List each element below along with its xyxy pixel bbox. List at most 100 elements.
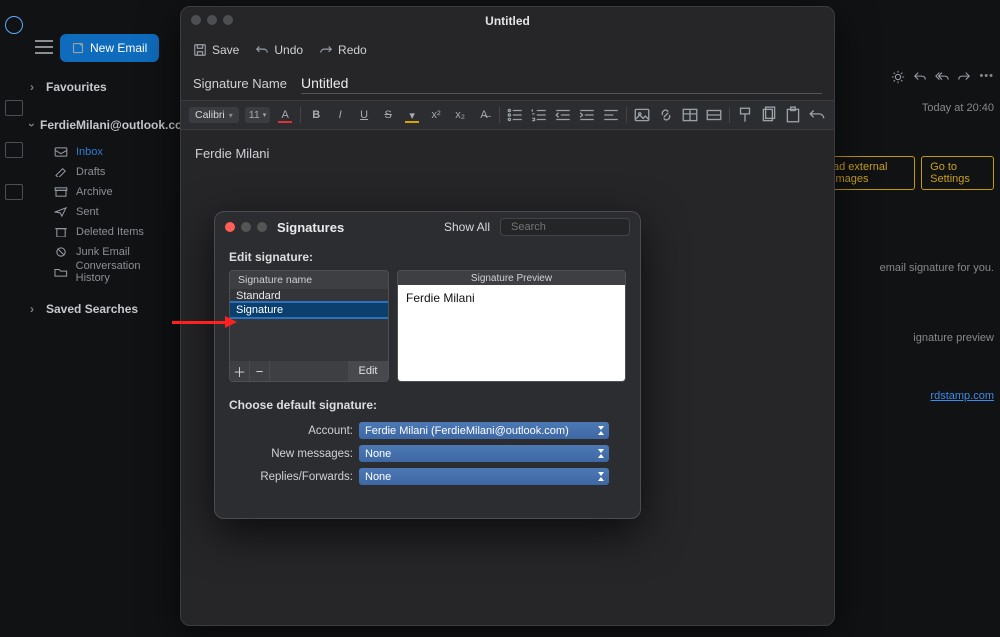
account-select[interactable]: Ferdie Milani (FerdieMilani@outlook.com) bbox=[359, 422, 609, 439]
underline-button[interactable]: U bbox=[355, 106, 373, 124]
highlight-button[interactable]: ▾ bbox=[403, 106, 421, 124]
italic-button[interactable]: I bbox=[331, 106, 349, 124]
superscript-button[interactable]: x² bbox=[427, 106, 445, 124]
signature-item-standard[interactable]: Standard bbox=[230, 289, 388, 303]
folder-deleted[interactable]: Deleted Items bbox=[30, 222, 175, 242]
chevron-right-icon: › bbox=[30, 80, 40, 94]
add-signature-button[interactable]: ＋ bbox=[230, 361, 250, 381]
new-email-button[interactable]: New Email bbox=[60, 34, 159, 62]
new-messages-label: New messages: bbox=[229, 448, 359, 460]
chevron-right-icon: › bbox=[30, 302, 40, 316]
sidebar-nav: › Favourites › FerdieMilani@outlook.co I… bbox=[30, 70, 175, 322]
new-messages-select[interactable]: None bbox=[359, 445, 609, 462]
modal-traffic-lights[interactable] bbox=[225, 222, 267, 232]
bg-link[interactable]: rdstamp.com bbox=[824, 390, 994, 402]
defaults-label: Choose default signature: bbox=[229, 398, 626, 412]
people-icon[interactable] bbox=[5, 184, 23, 200]
font-size-select[interactable]: 11▾ bbox=[245, 107, 270, 123]
signature-list-header: Signature name bbox=[230, 271, 388, 289]
remove-signature-button[interactable]: − bbox=[250, 361, 270, 381]
chevron-down-icon: › bbox=[25, 123, 39, 127]
bg-text-1: email signature for you. bbox=[824, 262, 994, 274]
edit-signature-button[interactable]: Edit bbox=[348, 361, 388, 381]
folder-label: Deleted Items bbox=[76, 226, 144, 238]
folder-conversation-history[interactable]: Conversation History bbox=[30, 262, 175, 282]
minimize-icon[interactable] bbox=[241, 222, 251, 232]
go-to-settings-button[interactable]: Go to Settings bbox=[921, 156, 994, 190]
signature-name-input[interactable] bbox=[301, 73, 822, 94]
font-select[interactable]: Calibri▾ bbox=[189, 107, 239, 123]
folder-label: Sent bbox=[76, 206, 99, 218]
clear-format-button[interactable]: A̶ bbox=[475, 106, 493, 124]
font-value: Calibri bbox=[195, 109, 225, 121]
strikethrough-button[interactable]: S bbox=[379, 106, 397, 124]
undo-button[interactable]: Undo bbox=[255, 43, 303, 57]
undo-label: Undo bbox=[274, 43, 303, 57]
folder-inbox[interactable]: Inbox bbox=[30, 142, 175, 162]
reply-icon[interactable] bbox=[913, 70, 927, 84]
saved-searches-label: Saved Searches bbox=[46, 302, 138, 316]
redo-button[interactable]: Redo bbox=[319, 43, 367, 57]
globe-icon[interactable] bbox=[5, 16, 23, 34]
folder-drafts[interactable]: Drafts bbox=[30, 162, 175, 182]
table-button[interactable] bbox=[681, 106, 699, 124]
close-icon[interactable] bbox=[225, 222, 235, 232]
trash-icon bbox=[54, 227, 68, 237]
background-message-pane: ••• Today at 20:40 ad external images Go… bbox=[824, 70, 994, 402]
folder-label: Inbox bbox=[76, 146, 103, 158]
paste-button[interactable] bbox=[784, 106, 802, 124]
indent-button[interactable] bbox=[578, 106, 596, 124]
editor-actionbar: Save Undo Redo bbox=[181, 35, 834, 65]
editor-body[interactable]: Ferdie Milani bbox=[181, 130, 834, 177]
number-list-button[interactable] bbox=[530, 106, 548, 124]
folder-archive[interactable]: Archive bbox=[30, 182, 175, 202]
subscript-button[interactable]: x₂ bbox=[451, 106, 469, 124]
more-icon[interactable]: ••• bbox=[979, 70, 994, 88]
image-button[interactable] bbox=[633, 106, 651, 124]
signatures-content: Edit signature: Signature name Standard … bbox=[215, 242, 640, 518]
signatures-title: Signatures bbox=[277, 220, 344, 235]
link-button[interactable] bbox=[657, 106, 675, 124]
show-all-button[interactable]: Show All bbox=[444, 220, 490, 234]
preview-body: Ferdie Milani bbox=[398, 285, 625, 381]
copy-button[interactable] bbox=[760, 106, 778, 124]
junk-icon bbox=[54, 247, 68, 257]
inbox-icon bbox=[54, 147, 68, 157]
account-label: FerdieMilani@outlook.co bbox=[40, 118, 182, 132]
zoom-icon[interactable] bbox=[257, 222, 267, 232]
hr-button[interactable] bbox=[705, 106, 723, 124]
annotation-arrow bbox=[172, 321, 227, 324]
save-button[interactable]: Save bbox=[193, 43, 239, 57]
sun-icon[interactable] bbox=[891, 70, 905, 84]
format-painter-button[interactable] bbox=[736, 106, 754, 124]
align-button[interactable] bbox=[602, 106, 620, 124]
reply-all-icon[interactable] bbox=[935, 70, 949, 84]
outdent-button[interactable] bbox=[554, 106, 572, 124]
font-color-button[interactable]: A bbox=[276, 106, 294, 124]
search-input[interactable] bbox=[511, 221, 653, 233]
favourites-header[interactable]: › Favourites bbox=[30, 74, 175, 100]
traffic-lights[interactable] bbox=[191, 15, 233, 25]
replies-select[interactable]: None bbox=[359, 468, 609, 485]
account-header[interactable]: › FerdieMilani@outlook.co bbox=[30, 112, 175, 138]
folder-junk[interactable]: Junk Email bbox=[30, 242, 175, 262]
signature-list-panel: Signature name Standard Signature ＋ − Ed… bbox=[229, 270, 389, 382]
load-external-images-button[interactable]: ad external images bbox=[824, 156, 915, 190]
bold-button[interactable]: B bbox=[307, 106, 325, 124]
signature-name-row: Signature Name bbox=[181, 65, 834, 100]
forward-icon[interactable] bbox=[957, 70, 971, 84]
signature-item-editing[interactable]: Signature bbox=[230, 303, 388, 317]
folder-sent[interactable]: Sent bbox=[30, 202, 175, 222]
signature-list-footer: ＋ − Edit bbox=[230, 361, 388, 381]
hamburger-icon[interactable] bbox=[35, 40, 53, 54]
account-label: Account: bbox=[229, 425, 359, 437]
folder-icon bbox=[54, 267, 68, 277]
arrow-head-icon bbox=[225, 316, 237, 328]
saved-searches-header[interactable]: › Saved Searches bbox=[30, 296, 175, 322]
undo2-button[interactable] bbox=[808, 106, 826, 124]
calendar-icon[interactable] bbox=[5, 142, 23, 158]
mail-icon[interactable] bbox=[5, 100, 23, 116]
bullet-list-button[interactable] bbox=[506, 106, 524, 124]
new-messages-value: None bbox=[365, 448, 391, 460]
search-field[interactable] bbox=[500, 218, 630, 236]
